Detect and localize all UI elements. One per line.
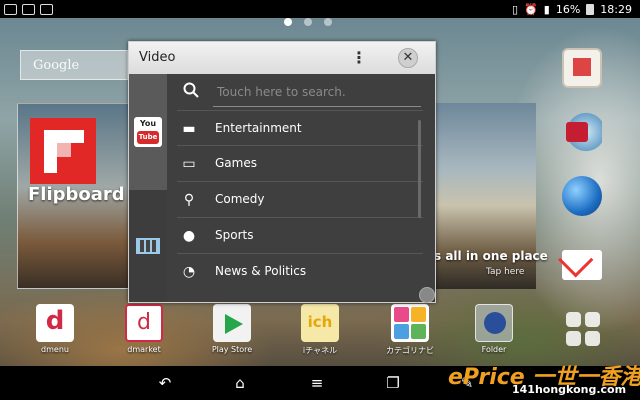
menu-icon[interactable]: ≡ [307, 375, 327, 391]
dock-app-label: dmarket [127, 345, 161, 354]
movies-icon[interactable] [562, 112, 602, 152]
message-notification-icon [40, 3, 53, 15]
dock-app-label: カテゴリナビ [386, 346, 434, 355]
signal-icon: ▮ [543, 2, 550, 16]
gallery-notification-icon [4, 3, 17, 15]
app-notification-icon [22, 3, 35, 15]
dmenu-icon [36, 304, 74, 342]
film-strip-icon [136, 238, 160, 254]
list-item-sports[interactable]: ● Sports [177, 218, 423, 254]
alarm-icon: ⏰ [524, 2, 538, 16]
search-row[interactable]: Touch here to search. [167, 76, 425, 108]
dock-app-ichannel[interactable]: iチャネル [290, 304, 350, 356]
google-search-widget[interactable]: Google [20, 50, 128, 80]
dock-app-label: Play Store [211, 345, 253, 354]
dock-app-dmenu[interactable]: dmenu [25, 304, 85, 354]
browser-globe-icon[interactable] [562, 176, 602, 216]
clapper-icon: ▬ [182, 121, 196, 137]
dock-app-label: iチャネル [302, 346, 338, 355]
list-scrollbar[interactable] [418, 120, 421, 218]
list-item-label: News & Politics [215, 264, 307, 278]
flipboard-promo-card[interactable]: s all in one place Tap here [432, 103, 548, 289]
dock: dmenu dmarket Play Store iチャネル カテゴリナビ Fo… [0, 300, 640, 362]
recent-apps-icon[interactable]: ❐ [383, 375, 403, 391]
category-navi-icon [391, 304, 429, 342]
widget-source-tabs: You Tube [129, 74, 167, 302]
battery-icon [586, 3, 595, 15]
dock-app-dmarket[interactable]: dmarket [114, 304, 174, 354]
list-item-games[interactable]: ▭ Games [177, 146, 423, 182]
flipboard-label: Flipboard [28, 184, 125, 205]
flipboard-card[interactable]: Flipboard [17, 103, 129, 289]
vibrate-icon: ▯ [512, 2, 519, 16]
list-item-entertainment[interactable]: ▬ Entertainment [177, 110, 423, 146]
video-widget: Video ⋮ ✕ You Tube Touch here to search.… [128, 41, 436, 303]
category-list: Touch here to search. ▬ Entertainment ▭ … [167, 74, 425, 302]
video-library-tab[interactable] [129, 190, 167, 302]
list-item-label: Entertainment [215, 121, 302, 135]
soccer-ball-icon: ● [182, 228, 196, 244]
dock-app-label: dmenu [41, 345, 69, 354]
folder-icon [475, 304, 513, 342]
rss-icon: ◔ [182, 264, 196, 280]
list-item-label: Games [215, 156, 257, 170]
flipboard-logo-icon [30, 118, 96, 184]
clock: 18:29 [600, 2, 632, 16]
dock-app-category-navi[interactable]: カテゴリナビ [380, 304, 440, 356]
overflow-menu-icon[interactable]: ⋮ [351, 48, 367, 68]
home-icon[interactable]: ⌂ [230, 375, 250, 391]
page-dot[interactable] [324, 18, 332, 26]
list-item-comedy[interactable]: ⚲ Comedy [177, 182, 423, 218]
gamepad-icon: ▭ [182, 156, 196, 172]
page-indicator [284, 18, 332, 26]
watermark-url: 141hongkong.com [512, 383, 627, 396]
youtube-icon: You Tube [134, 117, 162, 147]
google-logo: Google [33, 58, 80, 73]
back-icon[interactable]: ↶ [155, 375, 175, 391]
play-store-icon [213, 304, 251, 342]
close-button[interactable]: ✕ [398, 48, 418, 68]
album-icon[interactable] [562, 48, 602, 88]
widget-header: Video ⋮ ✕ [129, 42, 435, 74]
dock-app-play-store[interactable]: Play Store [202, 304, 262, 354]
page-dot[interactable] [284, 18, 292, 26]
widget-title: Video [139, 50, 176, 65]
battery-percent: 16% [555, 2, 581, 16]
mail-icon[interactable] [562, 250, 602, 280]
dock-app-label: Folder [481, 345, 507, 354]
search-icon [183, 82, 199, 98]
list-item-news-politics[interactable]: ◔ News & Politics [177, 254, 423, 290]
dmarket-icon [125, 304, 163, 342]
list-item-label: Sports [215, 228, 254, 242]
list-item-label: Comedy [215, 192, 265, 206]
microphone-icon: ⚲ [183, 192, 195, 208]
dock-folder[interactable]: Folder [464, 304, 524, 354]
search-input[interactable]: Touch here to search. [217, 85, 346, 99]
widget-resize-handle[interactable] [419, 287, 435, 303]
status-bar: ▯ ⏰ ▮ 16% 18:29 [0, 0, 640, 18]
ichannel-icon [301, 304, 339, 342]
youtube-tab[interactable]: You Tube [129, 74, 167, 190]
page-dot[interactable] [304, 18, 312, 26]
promo-headline: s all in one place [434, 249, 548, 263]
promo-subtext: Tap here [486, 267, 525, 277]
